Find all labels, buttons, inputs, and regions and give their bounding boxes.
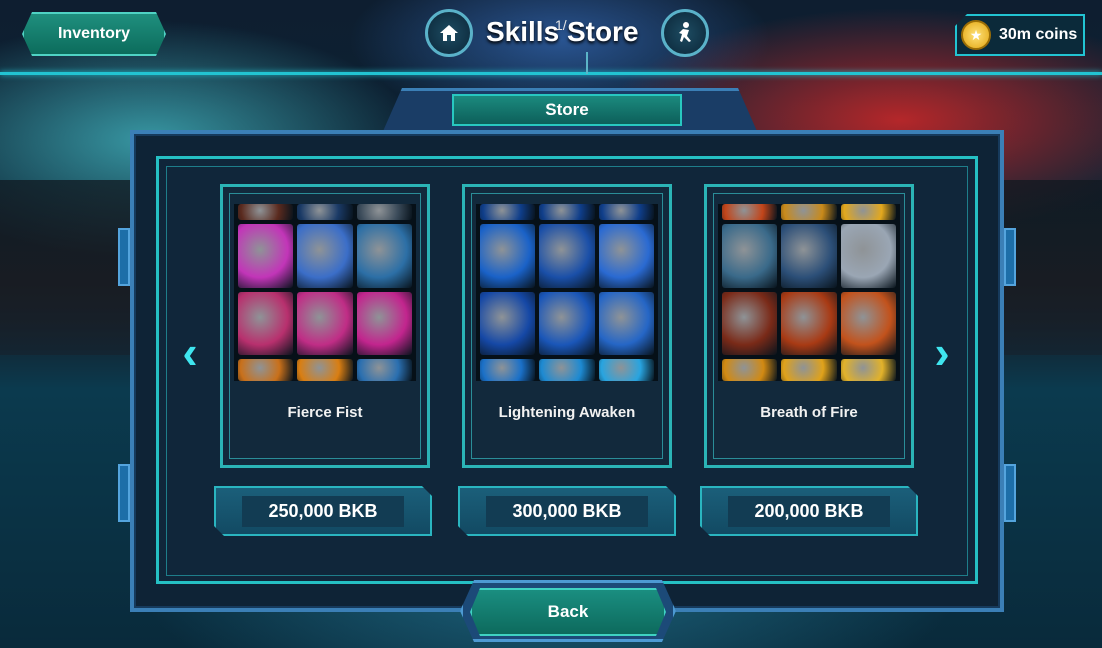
skill-tile-icon xyxy=(781,204,837,220)
skill-tile-icon xyxy=(598,224,654,288)
inventory-button[interactable]: Inventory xyxy=(22,12,166,56)
character-button[interactable] xyxy=(661,9,709,57)
skill-tile-icon xyxy=(598,291,654,355)
next-arrow-icon[interactable]: › xyxy=(922,329,962,375)
skill-tile-icon xyxy=(781,291,837,355)
skill-tile-icon xyxy=(781,224,837,288)
skill-tile-icon xyxy=(781,359,837,381)
home-button[interactable] xyxy=(425,9,473,57)
panel-side-tab xyxy=(1004,228,1016,286)
price-button-lightening-awaken[interactable]: 300,000 BKB xyxy=(458,486,676,536)
skill-tile-icon xyxy=(598,359,654,381)
prev-arrow-icon[interactable]: ‹ xyxy=(170,329,210,375)
skill-tile-icon xyxy=(539,291,595,355)
coins-label: 30m coins xyxy=(999,26,1078,43)
coins-display: ★ 30m coins xyxy=(955,14,1085,56)
skill-tile-icon xyxy=(480,204,536,220)
skill-tile-icon xyxy=(356,291,412,355)
price-button-fierce-fist[interactable]: 250,000 BKB xyxy=(214,486,432,536)
skill-art-lightening-awaken xyxy=(476,204,658,381)
price-label: 300,000 BKB xyxy=(486,496,647,527)
price-label: 250,000 BKB xyxy=(242,496,403,527)
page-indicator: 1/ xyxy=(555,17,567,33)
title-stem xyxy=(586,52,588,74)
running-figure-icon xyxy=(679,22,691,42)
skill-tile-icon xyxy=(297,291,353,355)
price-button-breath-of-fire[interactable]: 200,000 BKB xyxy=(700,486,918,536)
skill-card-breath-of-fire[interactable]: Breath of Fire xyxy=(704,184,914,468)
skill-tile-icon xyxy=(238,224,294,288)
skill-tile-icon xyxy=(722,204,778,220)
panel-side-tab xyxy=(118,464,130,522)
tab-store[interactable]: Store xyxy=(452,94,682,126)
skill-name: Fierce Fist xyxy=(287,404,363,421)
skill-tile-icon xyxy=(297,359,353,381)
skill-tile-icon xyxy=(840,224,896,288)
back-button[interactable]: Back xyxy=(470,588,666,636)
skill-tile-icon xyxy=(539,224,595,288)
coin-star-icon: ★ xyxy=(961,20,991,50)
skill-tile-icon xyxy=(722,224,778,288)
skill-art-fierce-fist xyxy=(234,204,416,381)
header-divider xyxy=(0,72,1102,75)
skill-tile-icon xyxy=(539,359,595,381)
skill-tile-icon xyxy=(356,224,412,288)
panel-side-tab xyxy=(118,228,130,286)
inventory-button-label: Inventory xyxy=(57,25,130,42)
skill-tile-icon xyxy=(238,291,294,355)
skill-tile-icon xyxy=(480,291,536,355)
skill-tile-icon xyxy=(539,204,595,220)
skill-tile-icon xyxy=(480,224,536,288)
skill-tile-icon xyxy=(356,359,412,381)
skill-tile-icon xyxy=(297,224,353,288)
skill-tile-icon xyxy=(722,359,778,381)
skill-name: Breath of Fire xyxy=(760,404,858,421)
skill-art-breath-of-fire xyxy=(718,204,900,381)
skill-tile-icon xyxy=(598,204,654,220)
home-icon xyxy=(440,25,458,41)
back-button-label: Back xyxy=(547,602,589,621)
price-label: 200,000 BKB xyxy=(728,496,889,527)
skill-tile-icon xyxy=(840,359,896,381)
skill-card-fierce-fist[interactable]: Fierce Fist xyxy=(220,184,430,468)
skill-tile-icon xyxy=(356,204,412,220)
skill-tile-icon xyxy=(722,291,778,355)
skill-tile-icon xyxy=(840,291,896,355)
skill-tile-icon xyxy=(480,359,536,381)
skill-card-lightening-awaken[interactable]: Lightening Awaken xyxy=(462,184,672,468)
skill-tile-icon xyxy=(238,359,294,381)
skill-tile-icon xyxy=(297,204,353,220)
panel-side-tab xyxy=(1004,464,1016,522)
tab-store-label: Store xyxy=(545,100,589,119)
skill-name: Lightening Awaken xyxy=(498,404,636,421)
skill-tile-icon xyxy=(840,204,896,220)
skill-tile-icon xyxy=(238,204,294,220)
